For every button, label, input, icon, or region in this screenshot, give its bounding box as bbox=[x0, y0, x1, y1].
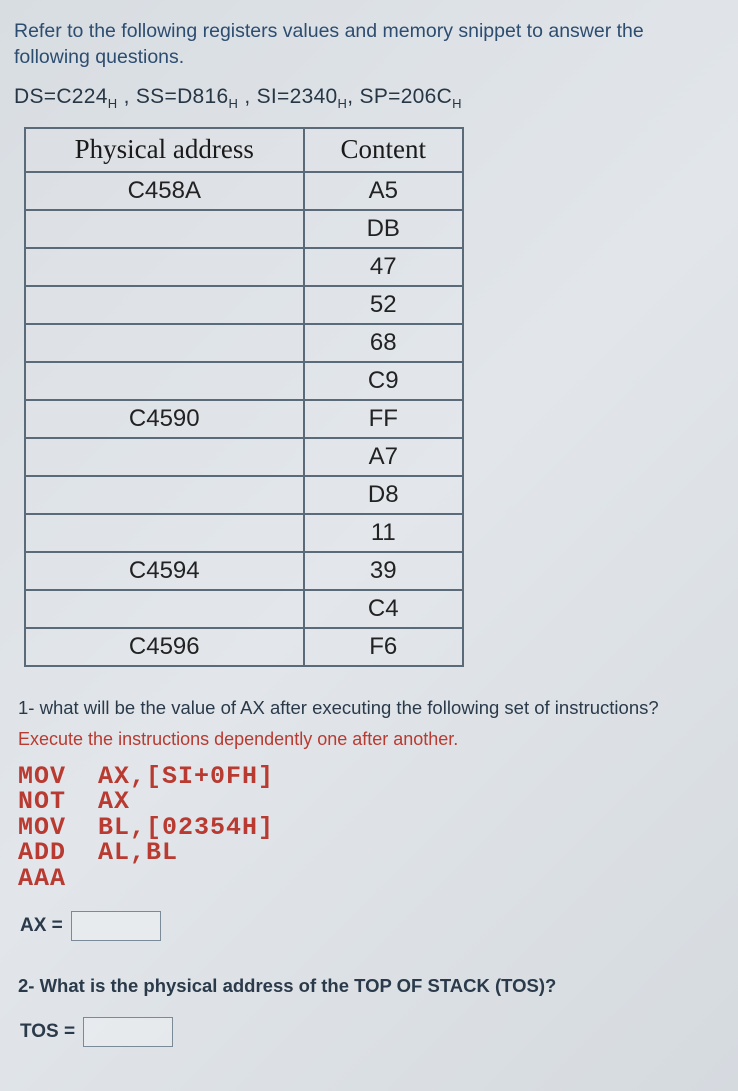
memory-table-body: C458AA5 DB 47 52 68 C9 C4590FF A7 D8 11 … bbox=[25, 172, 463, 666]
answer-2-label: TOS = bbox=[20, 1021, 75, 1043]
question-2-text: 2- What is the physical address of the T… bbox=[18, 975, 720, 997]
reg-ss: SS=D816H bbox=[136, 85, 238, 108]
execute-note: Execute the instructions dependently one… bbox=[18, 729, 720, 750]
tos-input[interactable] bbox=[83, 1017, 173, 1047]
table-row: 47 bbox=[25, 248, 463, 286]
reg-sp: SP=206CH bbox=[360, 85, 462, 108]
memory-table: Physical address Content C458AA5 DB 47 5… bbox=[24, 127, 464, 667]
table-row: C458AA5 bbox=[25, 172, 463, 210]
ax-input[interactable] bbox=[71, 911, 161, 941]
table-row: C4 bbox=[25, 590, 463, 628]
table-row: C459439 bbox=[25, 552, 463, 590]
assembly-code: MOV AX,[SI+0FH] NOT AX MOV BL,[02354H] A… bbox=[18, 764, 720, 892]
table-row: A7 bbox=[25, 438, 463, 476]
reg-si: SI=2340H, bbox=[257, 85, 354, 108]
table-row: DB bbox=[25, 210, 463, 248]
table-row: 11 bbox=[25, 514, 463, 552]
table-row: D8 bbox=[25, 476, 463, 514]
table-row: C9 bbox=[25, 362, 463, 400]
answer-2-line: TOS = bbox=[20, 1017, 718, 1047]
intro-text: Refer to the following registers values … bbox=[14, 18, 724, 71]
table-row: C4590FF bbox=[25, 400, 463, 438]
answer-1-label: AX = bbox=[20, 915, 63, 937]
answer-1-line: AX = bbox=[20, 911, 718, 941]
table-row: 68 bbox=[25, 324, 463, 362]
table-row: 52 bbox=[25, 286, 463, 324]
reg-ds: DS=C224H bbox=[14, 85, 117, 108]
register-line: DS=C224H , SS=D816H , SI=2340H, SP=206CH bbox=[14, 85, 724, 111]
table-row: C4596F6 bbox=[25, 628, 463, 666]
sep: , bbox=[124, 85, 136, 108]
header-physical-address: Physical address bbox=[25, 128, 304, 172]
header-content: Content bbox=[304, 128, 463, 172]
question-1-text: 1- what will be the value of AX after ex… bbox=[18, 697, 720, 719]
sep: , bbox=[244, 85, 256, 108]
